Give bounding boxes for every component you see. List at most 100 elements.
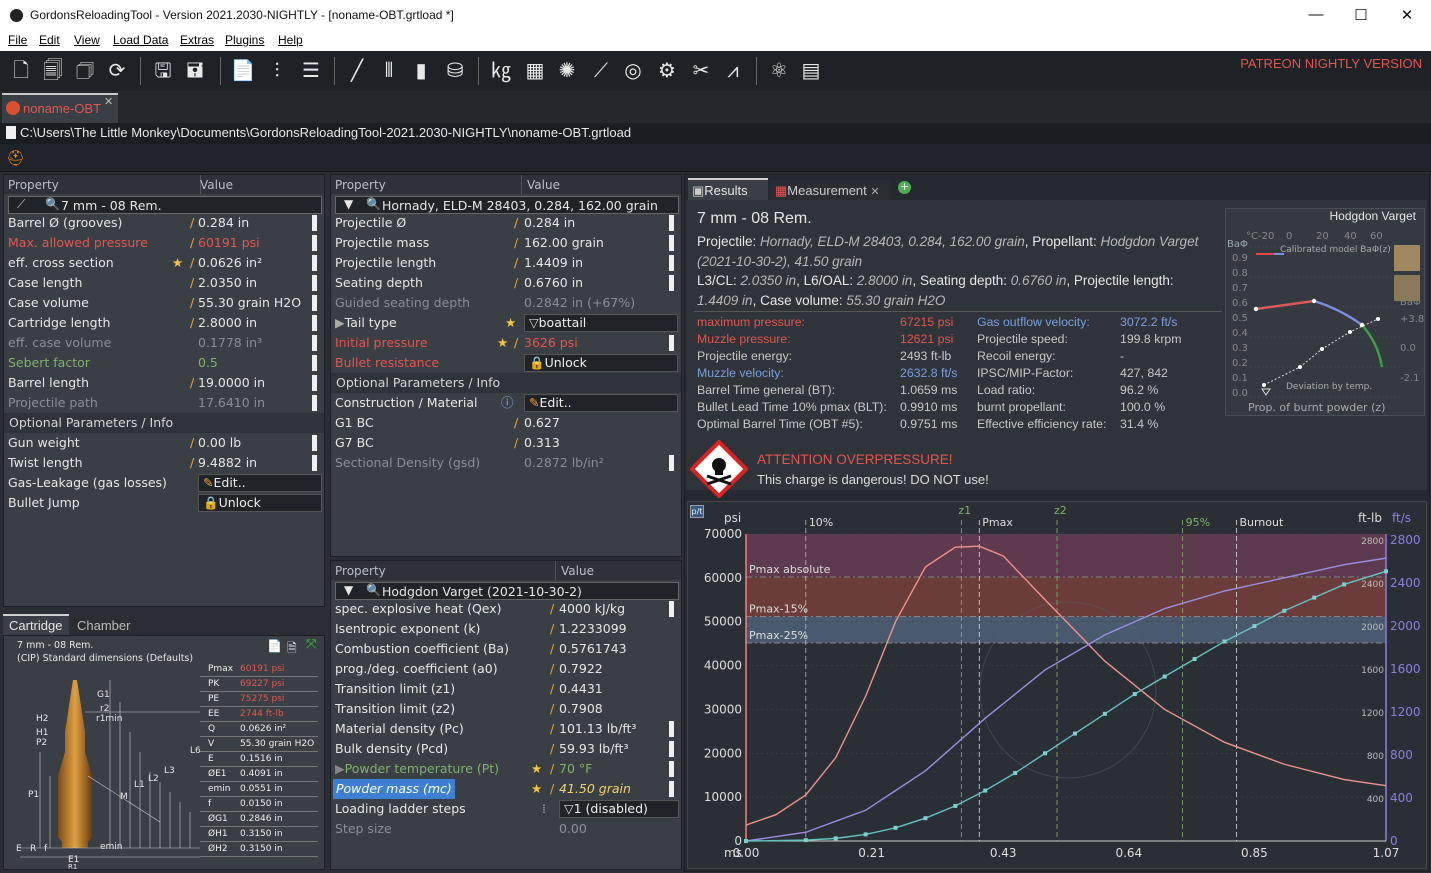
pdf-export-icon[interactable]: 📄 <box>228 55 258 85</box>
menu-edit[interactable]: Edit <box>39 33 60 47</box>
tools-icon[interactable]: ✂ <box>686 55 716 85</box>
units-icon[interactable]: ㎏ <box>486 55 516 85</box>
construction-edit-button[interactable]: Edit.. <box>539 395 571 410</box>
bullet-resistance-unlock-button[interactable]: Unlock <box>545 355 587 370</box>
row-cartridge-length[interactable]: Cartridge length/2.8000 in <box>4 313 324 333</box>
row-barrel-length[interactable]: Barrel length/19.0000 in <box>4 373 324 393</box>
obt-icon[interactable]: ⚙ <box>652 55 682 85</box>
row-gas-leakage[interactable]: Gas-Leakage (gas losses) ✎Edit.. <box>4 473 324 493</box>
menu-plugins[interactable]: Plugins <box>225 33 264 47</box>
series-point <box>923 816 928 821</box>
close-tab-icon[interactable]: ✕ <box>104 95 113 108</box>
label-h1: H1 <box>36 728 49 738</box>
projectile-optional-section[interactable]: Optional Parameters / Info <box>331 373 681 393</box>
close-button[interactable]: ✕ <box>1397 6 1417 24</box>
cartridge-selector-value: 7 mm - 08 Rem. <box>61 198 162 213</box>
ladder-icon[interactable]: ▤ <box>796 55 826 85</box>
row-isentropic-exponent[interactable]: Isentropic exponent (k)/1.2233099 <box>331 619 681 639</box>
row-projectile-mass[interactable]: Projectile mass/162.00 grain <box>331 233 681 253</box>
row-g1-bc[interactable]: G1 BC/0.627 <box>331 413 681 433</box>
row-transition-z1[interactable]: Transition limit (z1)/0.4431 <box>331 679 681 699</box>
menu-file[interactable]: File <box>8 33 27 47</box>
ballistics-icon[interactable]: ⟋ <box>586 55 616 85</box>
row-powder-temperature[interactable]: ▶Powder temperature (Pt) ★/70 °F <box>331 759 681 779</box>
expand-icon[interactable]: ⤧ <box>306 637 316 652</box>
minimize-button[interactable]: — <box>1306 6 1326 24</box>
copy-icon[interactable]: 🗎 <box>287 639 297 660</box>
measure-icon[interactable]: ⩘ <box>718 55 748 85</box>
row-bullet-jump[interactable]: Bullet Jump 🔒Unlock <box>4 493 324 513</box>
dimension-row: PK 69227 psi <box>200 677 318 692</box>
add-tab-icon[interactable]: + <box>898 181 911 194</box>
close-measurement-icon[interactable]: ✕ <box>870 186 879 198</box>
menu-extras[interactable]: Extras <box>180 33 214 47</box>
new-file-icon[interactable]: 🗋 <box>6 55 36 85</box>
row-twist-length[interactable]: Twist length/9.4882 in <box>4 453 324 473</box>
menu-help[interactable]: Help <box>278 33 303 47</box>
row-powder-mass[interactable]: Powder mass (mc) ★/41.50 grain <box>331 779 681 799</box>
row-initial-pressure[interactable]: Initial pressure ★/3626 psi <box>331 333 681 353</box>
grid-icon[interactable]: ▦ <box>520 55 550 85</box>
label-r: R <box>30 844 37 854</box>
window-title: GordonsReloadingTool - Version 2021.2030… <box>30 8 454 22</box>
rifle-icon[interactable]: ╱ <box>342 55 372 85</box>
tab-measurement[interactable]: ▦Measurement ✕ <box>771 180 891 202</box>
gauge-icon[interactable]: ◎ <box>618 55 648 85</box>
tab-chamber[interactable]: Chamber <box>71 616 137 635</box>
row-explosive-heat[interactable]: spec. explosive heat (Qex)/4000 kJ/kg <box>331 599 681 619</box>
row-max-pressure[interactable]: Max. allowed pressure/60191 psi <box>4 233 324 253</box>
row-material-density[interactable]: Material density (Pc)/101.13 lb/ft³ <box>331 719 681 739</box>
menu-view[interactable]: View <box>74 33 100 47</box>
row-combustion-coefficient[interactable]: Combustion coefficient (Ba)/0.5761743 <box>331 639 681 659</box>
row-projectile-length[interactable]: Projectile length/1.4409 in <box>331 253 681 273</box>
row-case-length[interactable]: Case length/2.0350 in <box>4 273 324 293</box>
refresh-icon[interactable]: ⟳ <box>102 55 132 85</box>
document-tab[interactable]: noname-OBT ✕ <box>2 93 118 123</box>
menu-load-data[interactable]: Load Data <box>113 33 168 47</box>
projectile-selector[interactable]: ▼ 🔍 Hornady, ELD-M 28403, 0.284, 162.00 … <box>335 196 679 214</box>
cartridge-optional-section[interactable]: Optional Parameters / Info <box>4 413 324 433</box>
cartridge-selector[interactable]: ⟋ 🔍 7 mm - 08 Rem. <box>8 196 322 214</box>
cartridges-icon[interactable]: ⫴ <box>374 55 404 85</box>
y-left-tick: 70000 <box>704 527 742 541</box>
row-guided-seating-depth: Guided seating depth 0.2842 in (+67%) <box>335 295 636 310</box>
info-icon[interactable]: ⓘ <box>501 393 514 413</box>
tab-cartridge[interactable]: Cartridge <box>3 614 69 635</box>
row-transition-z2[interactable]: Transition limit (z2)/0.7908 <box>331 699 681 719</box>
ladder-steps-dropdown[interactable]: 1 (disabled) <box>574 801 648 816</box>
cartridge-icon[interactable]: ▮ <box>406 55 436 85</box>
bullet-jump-unlock-button[interactable]: Unlock <box>219 495 261 510</box>
pdf-icon[interactable]: 📄 <box>267 639 282 653</box>
report-icon[interactable]: ☰ <box>296 55 326 85</box>
plugin-hat-icon[interactable]: ⛑ <box>6 149 25 167</box>
open-file-icon[interactable]: 🗐 <box>38 55 68 85</box>
row-barrel-diameter[interactable]: Barrel Ø (grooves)/0.284 in <box>4 213 324 233</box>
row-construction-material[interactable]: Construction / Material ⓘ ✎Edit.. <box>331 393 681 413</box>
row-loading-ladder[interactable]: Loading ladder steps ⁞ ▽1 (disabled) <box>331 799 681 819</box>
row-bulk-density[interactable]: Bulk density (Pcd)/59.93 lb/ft³ <box>331 739 681 759</box>
row-g7-bc[interactable]: G7 BC/0.313 <box>331 433 681 453</box>
plugins-icon[interactable]: ⚛ <box>764 55 794 85</box>
mini-y-tick: 0.3 <box>1232 343 1248 354</box>
maximize-button[interactable]: ☐ <box>1351 6 1371 24</box>
tail-type-dropdown[interactable]: boattail <box>539 315 587 330</box>
gas-leakage-edit-button[interactable]: Edit.. <box>213 475 245 490</box>
tab-results[interactable]: ▣Results <box>688 178 768 200</box>
save-as-icon[interactable]: 🖬 <box>180 55 210 85</box>
save-copy-icon[interactable]: 🗇 <box>70 55 100 85</box>
row-eff-cross-section[interactable]: eff. cross section ★/0.0626 in² <box>4 253 324 273</box>
row-gun-weight[interactable]: Gun weight/0.00 lb <box>4 433 324 453</box>
powder-can-icon[interactable]: ⛁ <box>440 55 470 85</box>
mini-chart-xlabel: Prop. of burnt powder (z) <box>1248 401 1386 414</box>
powder-selector[interactable]: ▼ 🔍 Hodgdon Varget (2021-10-30-2) <box>335 582 679 600</box>
row-bullet-resistance[interactable]: Bullet resistance 🔒Unlock <box>331 353 681 373</box>
row-tail-type[interactable]: ▶Tail type ★ ▽boattail <box>331 313 681 333</box>
row-case-volume[interactable]: Case volume/55.30 grain H2O <box>4 293 324 313</box>
row-projectile-diameter[interactable]: Projectile Ø/0.284 in <box>331 213 681 233</box>
row-seating-depth[interactable]: Seating depth/0.6760 in <box>331 273 681 293</box>
dimensions-icon[interactable]: ⫶ <box>262 55 292 85</box>
row-prog-coefficient[interactable]: prog./deg. coefficient (a0)/0.7922 <box>331 659 681 679</box>
target-icon[interactable]: ✺ <box>552 55 582 85</box>
y-left-tick: 50000 <box>704 615 742 629</box>
save-icon[interactable]: 🖫 <box>148 55 178 85</box>
